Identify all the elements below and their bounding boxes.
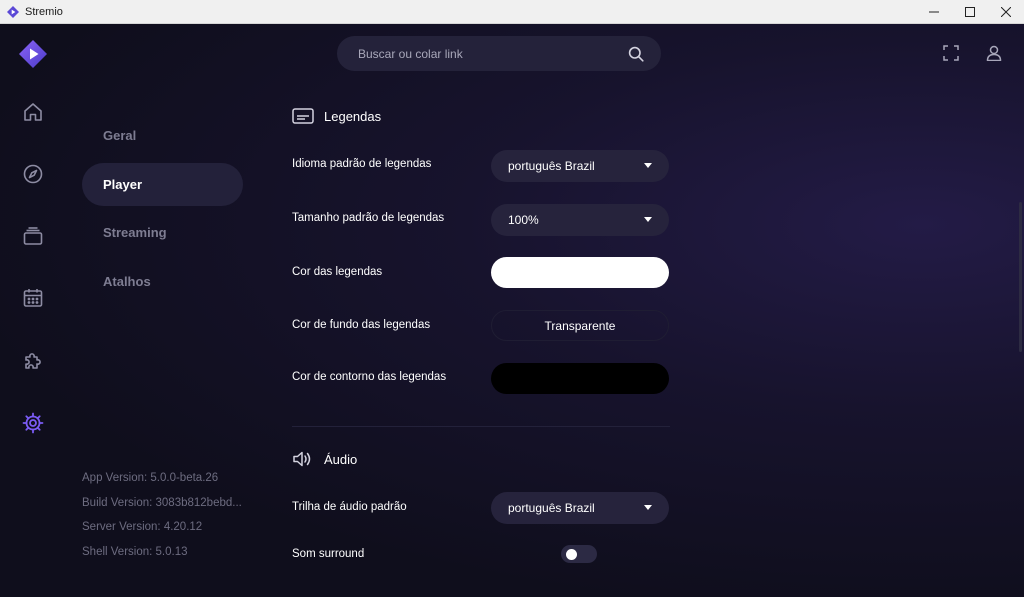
home-icon bbox=[24, 103, 42, 121]
window-title: Stremio bbox=[25, 5, 63, 18]
settings-menu-streaming[interactable]: Streaming bbox=[82, 211, 243, 254]
default-subtitle-size-select[interactable]: 100% bbox=[491, 204, 669, 236]
subtitle-background-label: Cor de fundo das legendas bbox=[292, 319, 431, 331]
minimize-icon bbox=[929, 11, 939, 13]
subtitles-section-title: Legendas bbox=[324, 108, 382, 124]
default-subtitle-language-label: Idioma padrão de legendas bbox=[292, 158, 432, 170]
audio-section-title: Áudio bbox=[324, 451, 358, 467]
nav-addons[interactable] bbox=[20, 348, 46, 374]
calendar-icon bbox=[23, 289, 43, 307]
compass-icon bbox=[23, 164, 43, 184]
nav-settings[interactable] bbox=[20, 410, 46, 436]
server-version: Server Version: 4.20.12 bbox=[82, 521, 203, 533]
window-titlebar: Stremio bbox=[0, 0, 1024, 24]
stremio-logo-icon[interactable] bbox=[19, 40, 47, 68]
nav-home[interactable] bbox=[20, 99, 46, 125]
surround-sound-label: Som surround bbox=[292, 548, 365, 560]
version-info: App Version: 5.0.0-beta.26 Build Version… bbox=[82, 471, 247, 569]
search-input[interactable] bbox=[358, 46, 608, 61]
search-bar[interactable] bbox=[337, 36, 661, 71]
subtitles-section-header: Legendas bbox=[292, 107, 381, 125]
dropdown-caret-icon bbox=[644, 505, 652, 510]
default-subtitle-size-value: 100% bbox=[508, 213, 539, 227]
fullscreen-icon[interactable] bbox=[943, 45, 959, 61]
app-version: App Version: 5.0.0-beta.26 bbox=[82, 472, 219, 484]
settings-menu-atalhos[interactable]: Atalhos bbox=[82, 260, 243, 303]
puzzle-icon bbox=[25, 353, 41, 369]
speaker-icon bbox=[293, 451, 311, 467]
maximize-button[interactable] bbox=[952, 0, 988, 24]
settings-gear-icon bbox=[22, 412, 44, 434]
app-window: Geral Player Streaming Atalhos App Versi… bbox=[0, 24, 1024, 597]
profile-icon[interactable] bbox=[986, 45, 1002, 61]
settings-sections-menu: Geral Player Streaming Atalhos bbox=[82, 114, 243, 308]
subtitle-outline-label: Cor de contorno das legendas bbox=[292, 371, 447, 383]
default-audio-track-value: português Brazil bbox=[508, 501, 595, 515]
window-controls bbox=[916, 0, 1024, 24]
minimize-button[interactable] bbox=[916, 0, 952, 24]
content-scrollbar[interactable] bbox=[1019, 202, 1022, 352]
library-icon bbox=[23, 227, 43, 245]
nav-calendar[interactable] bbox=[20, 285, 46, 311]
nav-library[interactable] bbox=[20, 223, 46, 249]
audio-section-header: Áudio bbox=[292, 450, 357, 468]
surround-sound-toggle[interactable] bbox=[561, 545, 597, 563]
subtitle-outline-picker[interactable] bbox=[491, 363, 669, 394]
default-audio-track-select[interactable]: português Brazil bbox=[491, 492, 669, 524]
dropdown-caret-icon bbox=[644, 163, 652, 168]
main-navbar bbox=[0, 24, 66, 597]
subtitle-background-picker[interactable]: Transparente bbox=[491, 310, 669, 341]
default-audio-track-label: Trilha de áudio padrão bbox=[292, 501, 407, 513]
close-button[interactable] bbox=[988, 0, 1024, 24]
subtitles-icon bbox=[292, 108, 314, 124]
section-divider bbox=[292, 426, 670, 427]
settings-menu-player[interactable]: Player bbox=[82, 162, 243, 206]
subtitle-background-value: Transparente bbox=[544, 318, 616, 333]
close-icon bbox=[1001, 7, 1011, 17]
nav-discover[interactable] bbox=[20, 161, 46, 187]
stremio-logo-icon bbox=[7, 5, 19, 18]
maximize-icon bbox=[965, 7, 975, 17]
build-version: Build Version: 3083b812bebd... bbox=[82, 496, 242, 509]
default-subtitle-language-value: português Brazil bbox=[508, 159, 595, 173]
dropdown-caret-icon bbox=[644, 217, 652, 222]
search-icon[interactable] bbox=[628, 46, 644, 62]
default-subtitle-size-label: Tamanho padrão de legendas bbox=[292, 212, 445, 224]
toggle-knob bbox=[566, 549, 577, 560]
settings-menu-geral[interactable]: Geral bbox=[82, 114, 243, 157]
subtitle-color-label: Cor das legendas bbox=[292, 266, 383, 278]
shell-version: Shell Version: 5.0.13 bbox=[82, 545, 188, 558]
default-subtitle-language-select[interactable]: português Brazil bbox=[491, 150, 669, 182]
subtitle-color-picker[interactable] bbox=[491, 257, 669, 288]
